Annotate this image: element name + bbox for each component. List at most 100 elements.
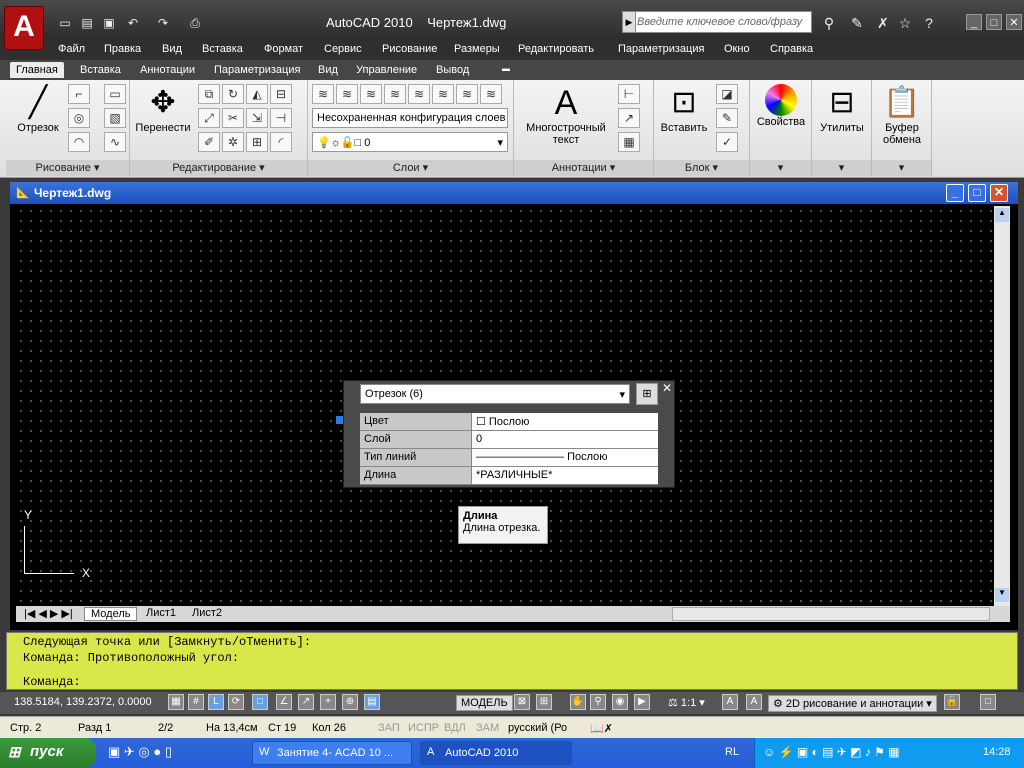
- table-icon[interactable]: ▦: [618, 132, 640, 152]
- infer-constraints-icon[interactable]: ▦: [168, 694, 184, 710]
- circle-icon[interactable]: ◎: [68, 108, 90, 128]
- menu-draw[interactable]: Рисование: [382, 43, 437, 55]
- polyline-icon[interactable]: ⌐: [68, 84, 90, 104]
- layer-previous-icon[interactable]: ≋: [384, 84, 406, 104]
- panel-layers-label[interactable]: Слои ▾: [308, 160, 513, 176]
- auto-scale-icon[interactable]: A: [746, 694, 762, 710]
- table-row[interactable]: Тип линий ———————— Послою: [360, 449, 658, 467]
- properties-button[interactable]: Свойства: [752, 84, 810, 128]
- pan-icon[interactable]: ✋: [570, 694, 586, 710]
- redo-icon[interactable]: ↷: [154, 14, 172, 32]
- customize-icon[interactable]: ⊞: [636, 383, 658, 405]
- layer-properties-icon[interactable]: ≋: [312, 84, 334, 104]
- search-input[interactable]: Введите ключевое слово/фразу: [622, 11, 812, 33]
- open-file-icon[interactable]: ▤: [78, 14, 96, 32]
- selection-select[interactable]: Отрезок (6) ▾: [360, 384, 630, 404]
- clean-screen-icon[interactable]: □: [980, 694, 996, 710]
- minimize-icon[interactable]: _: [966, 14, 982, 30]
- dimension-icon[interactable]: ⊢: [618, 84, 640, 104]
- start-button[interactable]: ⊞ пуск: [0, 738, 96, 768]
- tab-insert[interactable]: Вставка: [74, 62, 127, 78]
- horizontal-scrollbar[interactable]: [672, 607, 990, 621]
- tab-layout1[interactable]: Лист1: [140, 607, 182, 619]
- lineweight-icon[interactable]: ⊕: [342, 694, 358, 710]
- dynamic-input-icon[interactable]: +: [320, 694, 336, 710]
- print-icon[interactable]: ⎙: [186, 14, 204, 32]
- leader-icon[interactable]: ↗: [618, 108, 640, 128]
- menu-file[interactable]: Файл: [58, 43, 85, 55]
- chevron-down-icon[interactable]: ▾: [750, 160, 811, 176]
- chevron-down-icon[interactable]: ▾: [872, 160, 931, 176]
- move-button[interactable]: ✥ Перенести: [132, 84, 194, 134]
- stretch-icon[interactable]: ⤢: [198, 108, 220, 128]
- task-autocad[interactable]: A AutoCAD 2010: [420, 741, 572, 765]
- tab-model[interactable]: Модель: [84, 607, 138, 621]
- close-icon[interactable]: ✕: [662, 381, 672, 395]
- steering-wheel-icon[interactable]: ◉: [612, 694, 628, 710]
- showmotion-icon[interactable]: ▶: [634, 694, 650, 710]
- rectangle-icon[interactable]: ▭: [104, 84, 126, 104]
- doc-maximize-icon[interactable]: □: [968, 184, 986, 202]
- model-space-button[interactable]: МОДЕЛЬ: [456, 695, 513, 711]
- lock-icon[interactable]: 🔒: [944, 694, 960, 710]
- table-row[interactable]: Длина *РАЗЛИЧНЫЕ*: [360, 467, 658, 485]
- layer-off-icon[interactable]: ≋: [480, 84, 502, 104]
- annotation-visibility-icon[interactable]: A: [722, 694, 738, 710]
- layer-match-icon[interactable]: ≋: [360, 84, 382, 104]
- panel-modify-label[interactable]: Редактирование ▾: [130, 160, 307, 176]
- doc-close-icon[interactable]: ✕: [990, 184, 1008, 202]
- arc-icon[interactable]: ◠: [68, 132, 90, 152]
- favorites-icon[interactable]: ☆: [894, 12, 916, 34]
- tab-annotate[interactable]: Аннотации: [134, 62, 201, 78]
- language-indicator[interactable]: RL: [725, 746, 739, 758]
- tab-home[interactable]: Главная: [10, 62, 64, 78]
- dynamic-ucs-icon[interactable]: ↗: [298, 694, 314, 710]
- search-toggle-icon[interactable]: ▶: [622, 11, 636, 33]
- extend-icon[interactable]: ⊣: [270, 108, 292, 128]
- menu-view[interactable]: Вид: [162, 43, 182, 55]
- menu-parametric[interactable]: Параметризация: [618, 43, 704, 55]
- table-row[interactable]: Слой 0: [360, 431, 658, 449]
- insert-block-button[interactable]: ⊡ Вставить: [656, 84, 712, 134]
- help-icon[interactable]: ?: [918, 12, 940, 34]
- layer-freeze-icon[interactable]: ≋: [456, 84, 478, 104]
- panel-annotation-label[interactable]: Аннотации ▾: [514, 160, 653, 176]
- panel-block-label[interactable]: Блок ▾: [654, 160, 749, 176]
- task-word-document[interactable]: W Занятие 4- ACAD 10 ...: [252, 741, 412, 765]
- command-input[interactable]: Команда:: [23, 675, 81, 689]
- layer-isolate-icon[interactable]: ≋: [408, 84, 430, 104]
- edit-attribute-icon[interactable]: ✓: [716, 132, 738, 152]
- tab-layout2[interactable]: Лист2: [186, 607, 228, 619]
- command-window[interactable]: Следующая точка или [Замкнуть/оТменить]:…: [6, 632, 1018, 690]
- language-indicator[interactable]: русский (Ро: [508, 722, 567, 734]
- undo-icon[interactable]: ↶: [124, 14, 142, 32]
- offset-icon[interactable]: ⊟: [270, 84, 292, 104]
- mtext-button[interactable]: A Многострочный текст: [520, 84, 612, 146]
- scroll-down-icon[interactable]: ▼: [995, 588, 1009, 602]
- current-layer-select[interactable]: 💡☼🔓□ 0 ▾: [312, 132, 508, 152]
- rotate-icon[interactable]: ↻: [222, 84, 244, 104]
- copy-icon[interactable]: ⧉: [198, 84, 220, 104]
- binoculars-icon[interactable]: ⚲: [818, 12, 840, 34]
- doc-minimize-icon[interactable]: _: [946, 184, 964, 202]
- app-logo[interactable]: A: [4, 6, 44, 50]
- menu-format[interactable]: Формат: [264, 43, 303, 55]
- quick-properties-icon[interactable]: ▤: [364, 694, 380, 710]
- vertical-scrollbar[interactable]: ▲ ▼: [994, 206, 1010, 606]
- mirror-icon[interactable]: ◭: [246, 84, 268, 104]
- menu-window[interactable]: Окно: [724, 43, 750, 55]
- menu-edit[interactable]: Правка: [104, 43, 141, 55]
- tray-icons[interactable]: ☺ ⚡ ▣ ◐ ▤ ✈ ◩ ♪ ⚑ ▦: [763, 745, 900, 759]
- coordinates-readout[interactable]: 138.5184, 139.2372, 0.0000: [14, 696, 152, 708]
- table-row[interactable]: Цвет ☐ Послою: [360, 413, 658, 431]
- extend-indicator[interactable]: ВДЛ: [444, 722, 466, 734]
- layer-state-select[interactable]: Несохраненная конфигурация слоев: [312, 108, 508, 128]
- layout-view-icon[interactable]: ⊞: [536, 694, 552, 710]
- fillet-icon[interactable]: ◜: [270, 132, 292, 152]
- array-icon[interactable]: ⊞: [246, 132, 268, 152]
- menu-service[interactable]: Сервис: [324, 43, 362, 55]
- restore-icon[interactable]: □: [986, 14, 1002, 30]
- clipboard-button[interactable]: 📋 Буфер обмена: [874, 84, 930, 146]
- zoom-icon[interactable]: ⚲: [590, 694, 606, 710]
- panel-draw-label[interactable]: Рисование ▾: [6, 160, 129, 176]
